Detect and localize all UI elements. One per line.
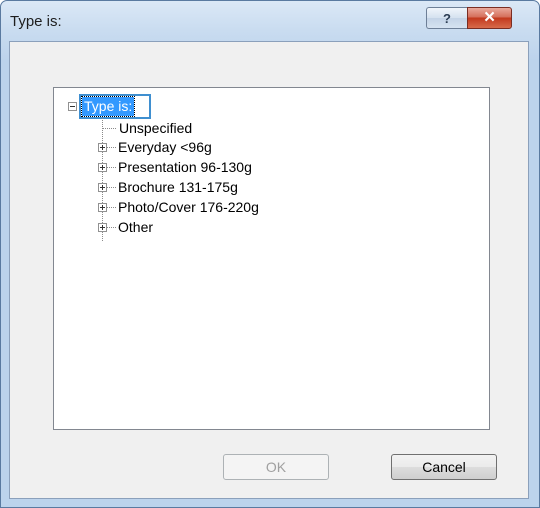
tree-connector-branch [107, 207, 116, 208]
help-icon: ? [443, 10, 451, 26]
tree-root-label[interactable]: Type is: [80, 96, 136, 117]
dialog-client-area: Type is: Unspecified Everyday <96g Prese… [9, 41, 529, 499]
window-title: Type is: [10, 13, 62, 30]
tree-connector-branch [103, 128, 117, 129]
tree-item-photo-cover[interactable]: Photo/Cover 176-220g [118, 198, 259, 217]
expand-icon[interactable] [98, 163, 107, 172]
dialog-window: Type is: ? × Type is: Unspecified Everyd… [0, 0, 540, 508]
collapse-icon[interactable] [68, 102, 77, 111]
expand-icon[interactable] [98, 143, 107, 152]
tree-item-everyday[interactable]: Everyday <96g [118, 138, 212, 157]
expand-icon[interactable] [98, 223, 107, 232]
expand-icon[interactable] [98, 183, 107, 192]
tree-connector-branch [107, 227, 116, 228]
tree-item-unspecified[interactable]: Unspecified [119, 119, 192, 138]
tree-item-other[interactable]: Other [118, 218, 153, 237]
close-icon: × [483, 7, 496, 28]
expand-icon[interactable] [98, 203, 107, 212]
title-bar[interactable]: Type is: ? × [1, 1, 539, 41]
tree-connector-branch [107, 187, 116, 188]
close-button[interactable]: × [467, 7, 512, 29]
tree-item-brochure[interactable]: Brochure 131-175g [118, 178, 238, 197]
help-button[interactable]: ? [426, 7, 467, 29]
cancel-button[interactable]: Cancel [391, 454, 497, 480]
type-tree-view[interactable]: Type is: Unspecified Everyday <96g Prese… [53, 87, 490, 430]
tree-connector-branch [107, 147, 116, 148]
ok-button[interactable]: OK [223, 454, 329, 480]
tree-item-presentation[interactable]: Presentation 96-130g [118, 158, 252, 177]
tree-connector-branch [107, 167, 116, 168]
